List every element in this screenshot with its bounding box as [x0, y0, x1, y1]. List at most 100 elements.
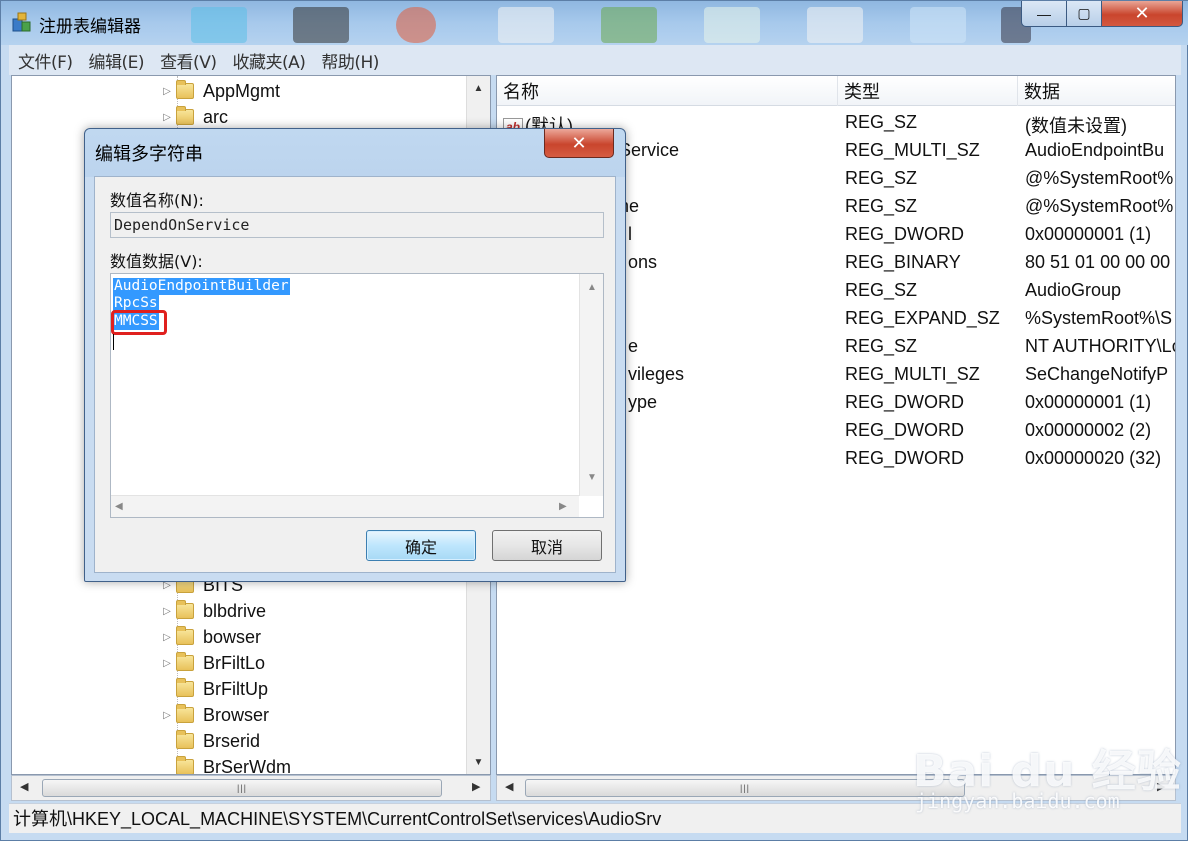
expand-arrow-icon[interactable]: ▷: [160, 78, 174, 104]
value-type: REG_SZ: [845, 196, 918, 216]
tree-item-label: bowser: [203, 626, 262, 647]
folder-icon: [176, 600, 194, 619]
folder-icon: [176, 80, 194, 99]
background-thumbnail: [396, 7, 436, 43]
value-type: REG_MULTI_SZ: [845, 364, 980, 384]
column-header-name[interactable]: 名称: [497, 76, 838, 106]
scroll-left-arrow-icon[interactable]: ◀: [115, 501, 123, 512]
tree-item-label: BrSerWdm: [203, 756, 292, 775]
value-data: %SystemRoot%\S: [1025, 308, 1173, 328]
value-data: (数值未设置): [1025, 116, 1127, 136]
ok-button[interactable]: 确定: [366, 530, 476, 561]
value-data-textarea[interactable]: AudioEndpointBuilder RpcSs MMCSS ▲ ▼ ◀ ▶: [110, 273, 604, 518]
minimize-button[interactable]: —: [1021, 1, 1067, 27]
scroll-up-arrow-icon[interactable]: ▲: [467, 78, 490, 98]
folder-icon: [176, 678, 194, 697]
folder-icon: [176, 652, 194, 671]
tree-item[interactable]: ▷ blbdrive: [160, 598, 266, 624]
tree-item-label: Browser: [203, 704, 270, 725]
close-icon: ✕: [571, 132, 587, 153]
dialog-title: 编辑多字符串: [95, 144, 203, 165]
value-data: 0x00000001 (1): [1025, 392, 1152, 412]
value-data: 80 51 01 00 00 00: [1025, 252, 1171, 272]
folder-icon: [176, 730, 194, 749]
text-caret: [113, 334, 114, 350]
value-type: REG_SZ: [845, 168, 918, 188]
folder-icon: [176, 626, 194, 645]
tree-item[interactable]: ▷ arc: [160, 104, 228, 130]
value-data: SeChangeNotifyP: [1025, 364, 1169, 384]
tree-item-label: blbdrive: [203, 600, 267, 621]
scroll-left-arrow-icon[interactable]: ◀: [505, 780, 513, 793]
dialog-close-button[interactable]: ✕: [544, 129, 614, 158]
close-icon: ✕: [1134, 3, 1150, 23]
background-thumbnail: [601, 7, 657, 43]
highlight-annotation-box: [111, 310, 167, 335]
list-header: 名称 类型 数据: [497, 76, 1175, 106]
value-type: REG_BINARY: [845, 252, 961, 272]
baidu-watermark-url: jingyan.baidu.com: [915, 789, 1120, 813]
menu-edit[interactable]: 编辑(E): [80, 48, 152, 73]
tree-item-label: AppMgmt: [203, 80, 281, 101]
value-data: AudioGroup: [1025, 280, 1122, 300]
value-data: 0x00000002 (2): [1025, 420, 1152, 440]
menu-file[interactable]: 文件(F): [9, 48, 80, 73]
scroll-thumb[interactable]: |||: [42, 779, 442, 797]
scroll-thumb[interactable]: |||: [525, 779, 965, 797]
data-vertical-scrollbar[interactable]: ▲ ▼: [579, 274, 603, 496]
data-horizontal-scrollbar[interactable]: ◀ ▶: [111, 495, 579, 517]
value-name-field: DependOnService: [110, 212, 604, 238]
tree-item-label: arc: [203, 106, 229, 127]
background-thumbnail: [498, 7, 554, 43]
scroll-right-arrow-icon[interactable]: ▶: [559, 501, 567, 512]
folder-icon: [176, 106, 194, 125]
value-type: REG_SZ: [845, 280, 918, 300]
menu-favorites[interactable]: 收藏夹(A): [223, 48, 312, 73]
value-type: REG_SZ: [845, 112, 918, 132]
tree-item[interactable]: BrSerWdm: [160, 754, 292, 775]
cancel-button[interactable]: 取消: [492, 530, 602, 561]
background-thumbnail: [293, 7, 349, 43]
tree-item-label: BrFiltUp: [203, 678, 269, 699]
window-title: 注册表编辑器: [39, 17, 141, 37]
scroll-up-arrow-icon[interactable]: ▲: [587, 282, 597, 293]
expand-arrow-icon[interactable]: ▷: [160, 624, 174, 650]
menu-bar: 文件(F) 编辑(E) 查看(V) 收藏夹(A) 帮助(H): [9, 45, 1181, 75]
column-header-data[interactable]: 数据: [1018, 76, 1175, 106]
regedit-icon: [12, 12, 31, 32]
tree-item[interactable]: ▷ AppMgmt: [160, 78, 280, 104]
value-type: REG_EXPAND_SZ: [845, 308, 1000, 328]
scroll-down-arrow-icon[interactable]: ▼: [467, 752, 490, 772]
tree-item-label: Brserid: [203, 730, 261, 751]
value-data-label: 数值数据(V):: [110, 252, 203, 271]
dialog-body: 数值名称(N): DependOnService 数值数据(V): AudioE…: [94, 176, 616, 573]
maximize-button[interactable]: ▢: [1066, 1, 1102, 27]
value-type: REG_MULTI_SZ: [845, 140, 980, 160]
value-type: REG_DWORD: [845, 224, 965, 244]
close-button[interactable]: ✕: [1101, 1, 1183, 27]
menu-help[interactable]: 帮助(H): [312, 48, 386, 73]
menu-view[interactable]: 查看(V): [151, 48, 223, 73]
data-line: AudioEndpointBuilder: [113, 278, 290, 295]
expand-arrow-icon[interactable]: ▷: [160, 104, 174, 130]
scroll-down-arrow-icon[interactable]: ▼: [587, 472, 597, 483]
tree-item[interactable]: Brserid: [160, 728, 260, 754]
value-data: AudioEndpointBu: [1025, 140, 1165, 160]
value-type: REG_DWORD: [845, 448, 965, 468]
scroll-right-arrow-icon[interactable]: ▶: [472, 780, 480, 793]
value-data: @%SystemRoot%: [1025, 168, 1174, 188]
tree-item[interactable]: ▷ bowser: [160, 624, 261, 650]
tree-horizontal-scrollbar[interactable]: ◀ ||| ▶: [11, 775, 491, 801]
tree-item[interactable]: BrFiltUp: [160, 676, 268, 702]
expand-arrow-icon[interactable]: ▷: [160, 702, 174, 728]
tree-item[interactable]: ▷ BrFiltLo: [160, 650, 265, 676]
column-header-type[interactable]: 类型: [838, 76, 1018, 106]
background-thumbnail: [704, 7, 760, 43]
background-thumbnail: [910, 7, 966, 43]
expand-arrow-icon[interactable]: ▷: [160, 650, 174, 676]
background-thumbnail: [807, 7, 863, 43]
scroll-left-arrow-icon[interactable]: ◀: [20, 780, 28, 793]
tree-item[interactable]: ▷ Browser: [160, 702, 269, 728]
background-thumbnail: [191, 7, 247, 43]
expand-arrow-icon[interactable]: ▷: [160, 598, 174, 624]
